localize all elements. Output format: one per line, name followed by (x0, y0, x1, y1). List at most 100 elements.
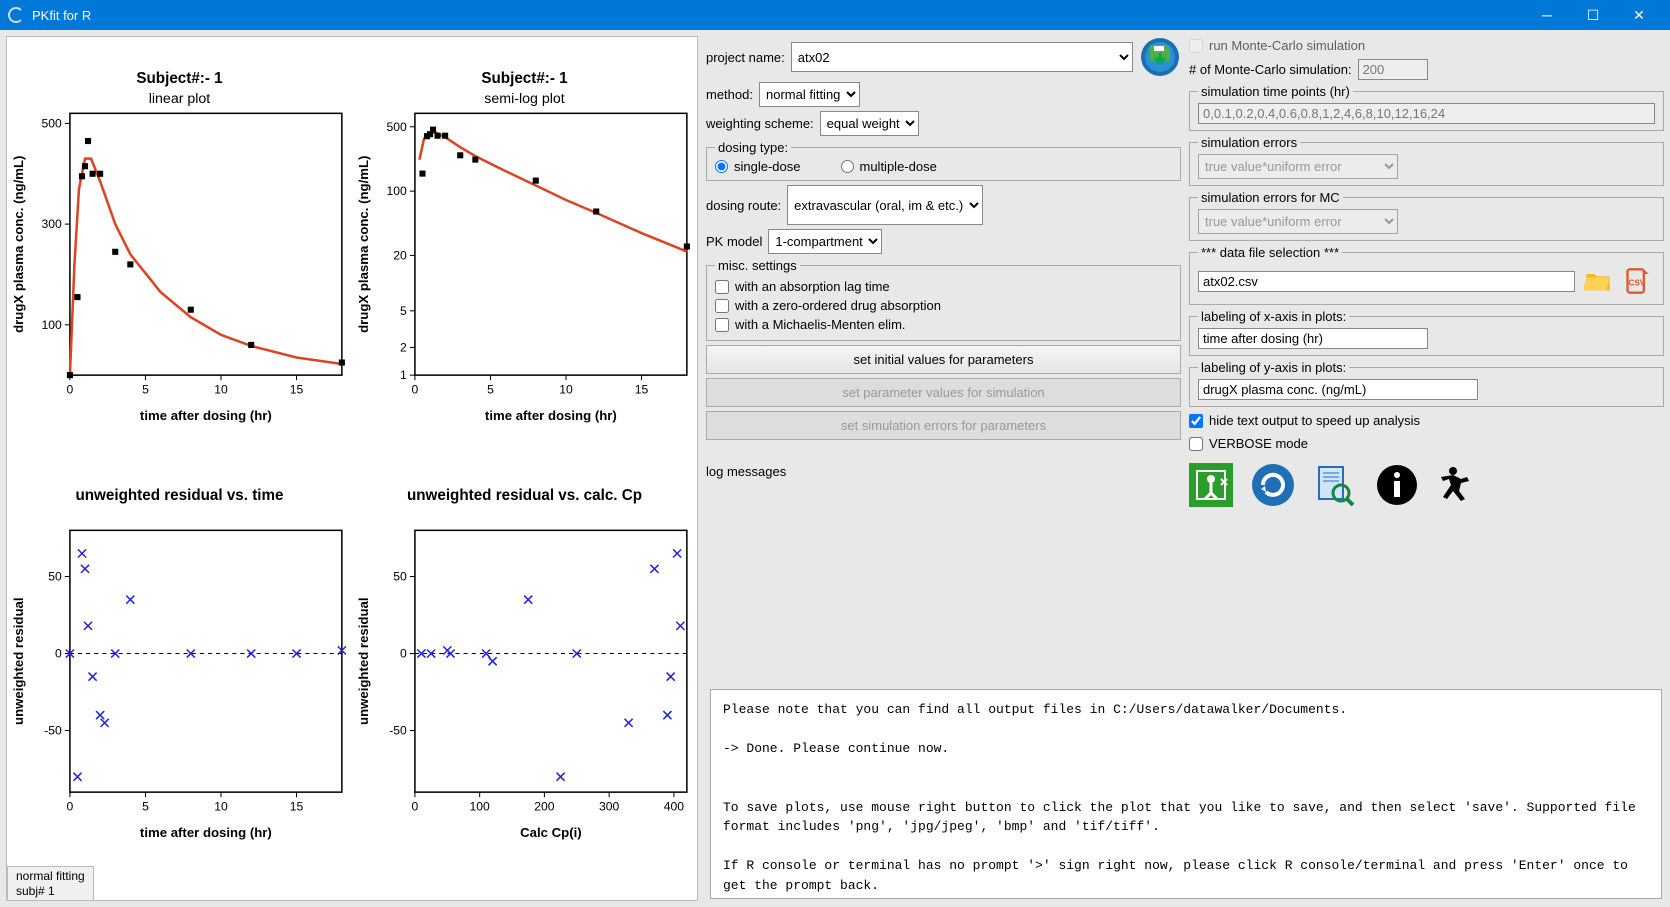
maximize-button[interactable]: ☐ (1570, 0, 1616, 30)
exit-icon[interactable] (1189, 463, 1233, 507)
save-project-icon[interactable] (1139, 36, 1181, 78)
dosing-type-group: dosing type: single-dose multiple-dose (706, 140, 1181, 181)
set-initial-values-button[interactable]: set initial values for parameters (706, 345, 1181, 374)
svg-text:0: 0 (412, 382, 419, 396)
svg-text:time after dosing (hr): time after dosing (hr) (140, 408, 272, 423)
svg-text:50: 50 (393, 569, 407, 583)
info-icon[interactable] (1375, 463, 1419, 507)
set-sim-param-button: set parameter values for simulation (706, 378, 1181, 407)
svg-text:time after dosing (hr): time after dosing (hr) (140, 824, 272, 839)
svg-text:time after dosing (hr): time after dosing (hr) (485, 408, 617, 423)
plot-tab[interactable]: normal fitting subj# 1 (7, 866, 94, 900)
svg-text:15: 15 (635, 382, 649, 396)
misc-mm-checkbox[interactable]: with a Michaelis-Menten elim. (715, 315, 1172, 334)
preview-icon[interactable] (1313, 463, 1357, 507)
mc-count-input (1358, 59, 1428, 80)
svg-text:-50: -50 (44, 723, 62, 737)
svg-text:400: 400 (664, 799, 685, 813)
svg-text:drugX plasma conc. (ng/mL): drugX plasma conc. (ng/mL) (11, 156, 26, 333)
sim-timepoints-group: simulation time points (hr) (1189, 84, 1664, 131)
window-title: PKfit for R (32, 8, 1524, 23)
svg-text:unweighted residual vs. calc.: unweighted residual vs. calc. Cp (407, 486, 642, 503)
method-select[interactable]: normal fitting (759, 82, 860, 107)
svg-text:0: 0 (55, 646, 62, 660)
data-file-input[interactable] (1198, 271, 1575, 292)
minimize-button[interactable]: ─ (1524, 0, 1570, 30)
svg-text:300: 300 (41, 217, 62, 231)
hide-output-checkbox[interactable]: hide text output to speed up analysis (1189, 411, 1664, 430)
open-file-icon[interactable] (1581, 264, 1615, 298)
svg-text:0: 0 (412, 799, 419, 813)
project-name-select[interactable]: atx02 (791, 42, 1133, 72)
sim-errors-select: true value*uniform error (1198, 154, 1398, 179)
svg-text:5: 5 (400, 304, 407, 318)
svg-text:0: 0 (67, 382, 74, 396)
titlebar: PKfit for R ─ ☐ ✕ (0, 0, 1670, 30)
svg-text:linear plot: linear plot (149, 91, 211, 107)
plot-semilog[interactable]: Subject#:- 1semi-log plot051015125201005… (352, 37, 697, 454)
svg-text:0: 0 (400, 646, 407, 660)
svg-text:5: 5 (487, 382, 494, 396)
svg-text:unweighted residual: unweighted residual (356, 597, 371, 725)
svg-text:0: 0 (67, 799, 74, 813)
svg-text:semi-log plot: semi-log plot (484, 91, 564, 107)
svg-text:500: 500 (386, 120, 407, 134)
svg-text:20: 20 (393, 248, 407, 262)
csv-file-icon[interactable]: CSV (1621, 264, 1655, 298)
pk-model-label: PK model (706, 234, 762, 249)
method-label: method: (706, 87, 753, 102)
dosing-route-label: dosing route: (706, 198, 781, 213)
close-button[interactable]: ✕ (1616, 0, 1662, 30)
svg-text:15: 15 (290, 799, 304, 813)
xlabel-input[interactable] (1198, 328, 1428, 349)
svg-text:100: 100 (470, 799, 491, 813)
misc-lag-checkbox[interactable]: with an absorption lag time (715, 277, 1172, 296)
weighting-label: weighting scheme: (706, 116, 814, 131)
plot-linear[interactable]: Subject#:- 1 linear plot 0 5 10 15 100 300 500 ti… (7, 37, 352, 454)
ylabel-group: labeling of y-axis in plots: (1189, 360, 1664, 407)
svg-text:100: 100 (41, 318, 62, 332)
set-sim-errors-button: set simulation errors for parameters (706, 411, 1181, 440)
sim-errors-mc-select: true value*uniform error (1198, 209, 1398, 234)
misc-settings-group: misc. settings with an absorption lag ti… (706, 258, 1181, 341)
weighting-select[interactable]: equal weight (820, 111, 919, 136)
pk-model-select[interactable]: 1-compartment (768, 229, 882, 254)
verbose-checkbox[interactable]: VERBOSE mode (1189, 434, 1664, 453)
mc-count-label: # of Monte-Carlo simulation: (1189, 62, 1352, 77)
svg-text:200: 200 (534, 799, 555, 813)
sim-errors-group: simulation errors true value*uniform err… (1189, 135, 1664, 186)
refresh-icon[interactable] (1251, 463, 1295, 507)
svg-text:5: 5 (142, 382, 149, 396)
svg-text:Subject#:- 1: Subject#:- 1 (136, 70, 223, 87)
dosing-route-select[interactable]: extravascular (oral, im & etc.) (787, 185, 983, 225)
run-mc-checkbox: run Monte-Carlo simulation (1189, 36, 1664, 55)
svg-text:10: 10 (214, 382, 228, 396)
svg-text:50: 50 (48, 569, 62, 583)
run-icon[interactable] (1437, 463, 1481, 507)
svg-text:10: 10 (214, 799, 228, 813)
xlabel-group: labeling of x-axis in plots: (1189, 309, 1664, 356)
svg-text:10: 10 (559, 382, 573, 396)
svg-text:100: 100 (386, 184, 407, 198)
svg-text:drugX plasma conc. (ng/mL): drugX plasma conc. (ng/mL) (356, 156, 371, 333)
plot-resid-time[interactable]: unweighted residual vs. time051015-50050… (7, 454, 352, 871)
sim-errors-mc-group: simulation errors for MC true value*unif… (1189, 190, 1664, 241)
dosing-single-radio[interactable]: single-dose (715, 159, 801, 174)
log-messages[interactable]: Please note that you can find all output… (710, 689, 1662, 899)
svg-text:unweighted residual vs. time: unweighted residual vs. time (75, 486, 283, 503)
app-icon (8, 7, 24, 23)
svg-text:Calc Cp(i): Calc Cp(i) (520, 824, 582, 839)
svg-text:15: 15 (290, 382, 304, 396)
svg-text:500: 500 (41, 116, 62, 130)
svg-text:300: 300 (599, 799, 620, 813)
log-label: log messages (706, 464, 1181, 479)
sim-timepoints-input (1198, 103, 1655, 124)
ylabel-input[interactable] (1198, 379, 1478, 400)
dosing-multiple-radio[interactable]: multiple-dose (841, 159, 937, 174)
misc-zero-checkbox[interactable]: with a zero-ordered drug absorption (715, 296, 1172, 315)
project-name-label: project name: (706, 50, 785, 65)
svg-text:2: 2 (400, 340, 407, 354)
svg-text:Subject#:- 1: Subject#:- 1 (481, 70, 568, 87)
plot-panel: Subject#:- 1linear plot051015100300500ti… (6, 36, 698, 901)
plot-resid-cp[interactable]: unweighted residual vs. calc. Cp 0 100 200 3… (352, 454, 697, 871)
